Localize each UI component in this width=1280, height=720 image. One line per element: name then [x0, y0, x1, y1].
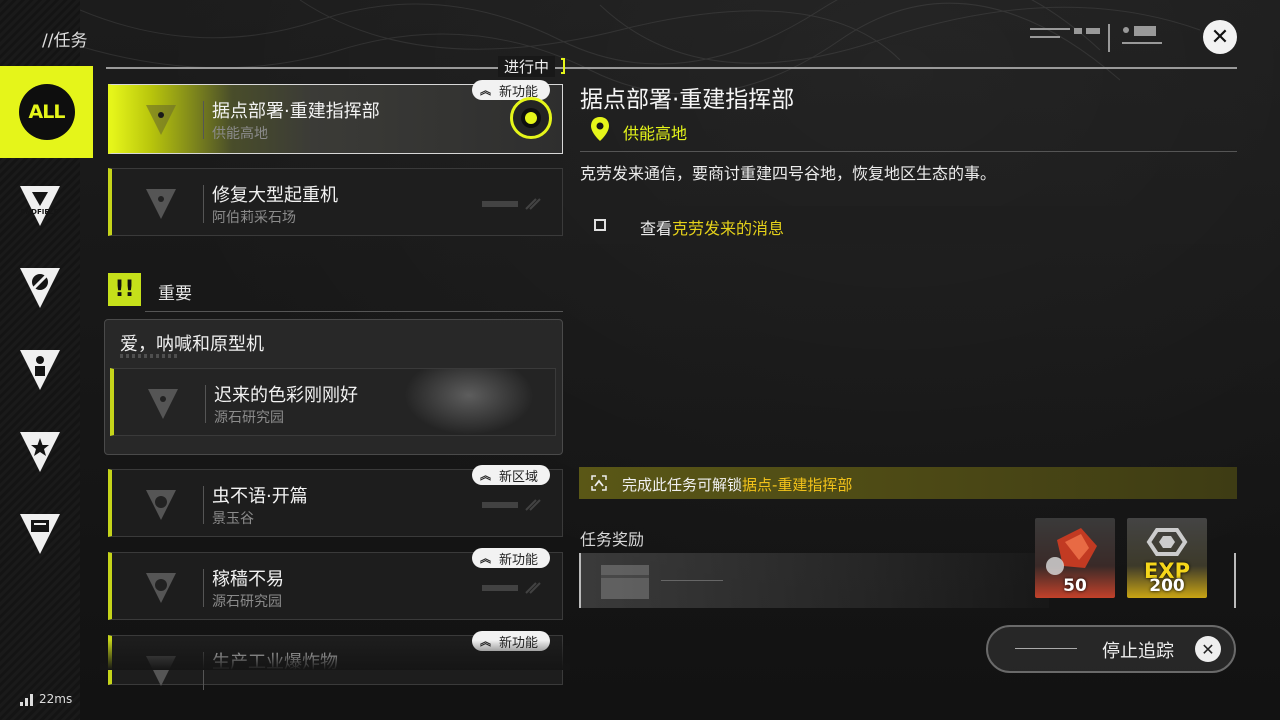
- reward-quantity: 50: [1063, 576, 1087, 596]
- stop-tracking-label: 停止追踪: [1102, 641, 1174, 662]
- quest-location: 供能高地: [212, 126, 268, 142]
- quest-location: 源石研究园: [214, 410, 284, 426]
- close-button[interactable]: ✕: [1203, 20, 1237, 54]
- quest-location: 阿伯莉采石场: [212, 210, 296, 226]
- quest-name: 据点部署·重建指挥部: [212, 101, 380, 122]
- star-icon: [20, 432, 60, 472]
- unlock-text: 完成此任务可解锁据点-重建指挥部: [622, 476, 853, 494]
- box-icon: [20, 514, 60, 554]
- category-box-tab[interactable]: [0, 492, 80, 576]
- quest-name: 迟来的色彩刚刚好: [214, 385, 358, 406]
- crate-icon: [601, 565, 649, 599]
- rewards-label: 任务奖励: [580, 530, 645, 549]
- vortex-icon: [20, 268, 60, 308]
- chevron-up-icon: ︽: [480, 551, 491, 565]
- card-separator: [203, 185, 204, 223]
- quest-location: 景玉谷: [212, 511, 254, 527]
- quest-name: 虫不语·开篇: [212, 486, 308, 507]
- important-group-title: 爱，呐喊和原型机: [120, 334, 264, 355]
- rewards-strip: [579, 553, 1049, 608]
- character-portrait: [404, 369, 534, 435]
- group-subtitle-decoration: [120, 354, 180, 358]
- chevron-up-icon: ︽: [480, 468, 491, 482]
- quest-emblem-icon: [146, 573, 176, 603]
- new-feature-badge: ︽ 新功能: [472, 548, 551, 568]
- card-separator: [203, 569, 204, 607]
- all-label: ALL: [18, 84, 75, 140]
- quest-detail-location: 供能高地: [623, 124, 688, 143]
- signal-icon: [20, 694, 33, 706]
- red-crystal-icon: [1046, 528, 1097, 575]
- reward-item[interactable]: 50: [1035, 518, 1115, 598]
- quest-emblem-icon: [146, 490, 176, 520]
- quest-card[interactable]: 修复大型起重机 阿伯莉采石场: [108, 168, 563, 236]
- important-icon: !!: [108, 273, 141, 306]
- stripe-decoration: [482, 198, 541, 210]
- important-divider: [145, 311, 563, 312]
- new-feature-badge: ︽ 新功能: [472, 80, 551, 100]
- quest-detail-title: 据点部署·重建指挥部: [580, 87, 795, 113]
- endfield-icon: ENDFIELD: [20, 186, 60, 226]
- hud-decoration: [1030, 24, 1162, 52]
- category-person-tab[interactable]: [0, 328, 80, 412]
- quest-location: 源石研究园: [212, 594, 282, 610]
- quest-emblem-icon: [146, 189, 176, 219]
- rewards-end-bar: [1234, 553, 1236, 608]
- list-fade: [100, 640, 570, 670]
- card-separator: [205, 385, 206, 423]
- page-title: //任务: [42, 31, 88, 51]
- button-decoration: [1015, 648, 1077, 649]
- quest-name: 修复大型起重机: [212, 185, 338, 206]
- category-endfield-tab[interactable]: ENDFIELD: [0, 164, 80, 248]
- tracking-indicator-icon[interactable]: [510, 97, 552, 139]
- stop-tracking-close-icon[interactable]: ✕: [1195, 636, 1221, 662]
- objective-text: 查看克劳发来的消息: [640, 219, 785, 238]
- detail-divider: [580, 151, 1237, 152]
- reward-item[interactable]: EXP 200: [1127, 518, 1207, 598]
- stripe-decoration: [482, 582, 541, 594]
- in-progress-label: 进行中: [498, 56, 556, 77]
- card-separator: [203, 486, 204, 524]
- in-progress-divider: [106, 67, 1237, 69]
- new-area-badge: ︽ 新区域: [472, 465, 551, 485]
- chevron-up-icon: ︽: [480, 83, 491, 97]
- person-icon: [20, 350, 60, 390]
- quest-card[interactable]: 迟来的色彩刚刚好 源石研究园: [110, 368, 556, 436]
- latency-indicator: 22ms: [20, 692, 72, 706]
- important-section-label: 重要: [158, 284, 192, 304]
- stripe-decoration: [482, 499, 541, 511]
- category-all-tab[interactable]: ALL: [0, 66, 93, 158]
- category-star-tab[interactable]: [0, 410, 80, 494]
- objective-checkbox-icon: [594, 219, 606, 231]
- quest-emblem-icon: [146, 105, 176, 135]
- quest-name: 稼穑不易: [212, 569, 284, 590]
- arrow-decoration: [661, 580, 723, 581]
- quest-description: 克劳发来通信，要商讨重建四号谷地，恢复地区生态的事。: [580, 164, 997, 183]
- unlock-icon: [591, 475, 607, 491]
- svg-text:ENDFIELD: ENDFIELD: [21, 208, 60, 216]
- quest-emblem-icon: [148, 389, 178, 419]
- latency-value: 22ms: [39, 692, 73, 706]
- card-separator: [203, 101, 204, 139]
- location-pin-icon: [591, 117, 609, 141]
- category-vortex-tab[interactable]: [0, 246, 80, 330]
- bracket-mark: [561, 58, 565, 74]
- reward-quantity: 200: [1149, 576, 1185, 596]
- close-icon: ✕: [1210, 24, 1230, 50]
